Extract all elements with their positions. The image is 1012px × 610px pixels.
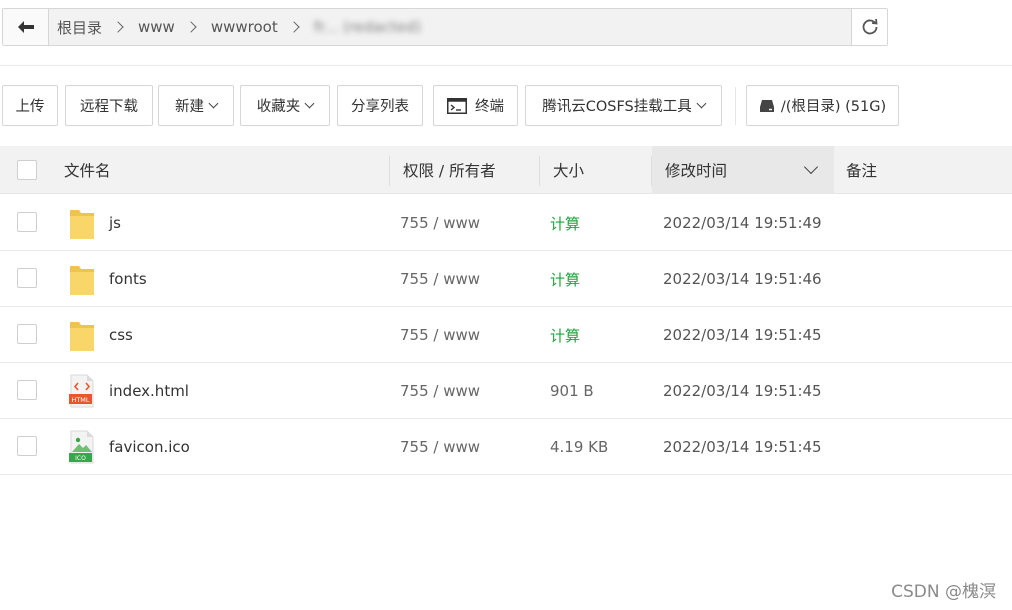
hard-drive-icon — [759, 99, 774, 112]
terminal-button[interactable]: 终端 — [433, 85, 518, 126]
toolbar-separator — [735, 87, 736, 125]
new-label: 新建 — [175, 99, 204, 115]
chevron-right-icon — [112, 21, 124, 33]
header-mtime-label: 修改时间 — [665, 162, 728, 180]
file-perm[interactable]: 755 / www — [400, 195, 480, 251]
remote-download-label: 远程下载 — [80, 99, 138, 115]
share-list-label: 分享列表 — [351, 99, 409, 115]
file-size-calc[interactable]: 计算 — [550, 195, 580, 251]
file-mtime: 2022/03/14 19:51:45 — [663, 382, 822, 400]
chevron-right-icon — [288, 21, 300, 33]
header-name[interactable]: 文件名 — [64, 146, 111, 194]
back-button[interactable] — [3, 9, 49, 45]
path-bar: 根目录 www wwwroot fr... (redacted) — [2, 8, 888, 46]
table-row[interactable]: js 755 / www 计算 2022/03/14 19:51:49 — [0, 195, 1012, 251]
table-row[interactable]: HTML index.html 755 / www 901 B 2022/03/… — [0, 363, 1012, 419]
column-separator — [389, 156, 390, 186]
chevron-down-icon — [696, 98, 707, 109]
file-size: 901 B — [550, 382, 594, 400]
breadcrumb: 根目录 www wwwroot fr... (redacted) — [49, 9, 851, 45]
upload-label: 上传 — [15, 99, 45, 115]
terminal-label: 终端 — [475, 99, 504, 115]
file-perm[interactable]: 755 / www — [400, 419, 480, 475]
row-checkbox[interactable] — [17, 324, 37, 344]
chevron-down-icon — [803, 159, 819, 175]
table-row[interactable]: css 755 / www 计算 2022/03/14 19:51:45 — [0, 307, 1012, 363]
file-mtime: 2022/03/14 19:51:45 — [663, 438, 822, 456]
arrow-left-icon — [17, 21, 34, 33]
ico-badge-label: ICO — [75, 455, 86, 462]
folder-icon — [68, 261, 96, 297]
breadcrumb-www[interactable]: www — [138, 18, 175, 36]
remote-download-button[interactable]: 远程下载 — [65, 85, 153, 126]
refresh-icon — [862, 18, 878, 35]
select-all-checkbox[interactable] — [17, 160, 37, 180]
file-size-calc[interactable]: 计算 — [550, 251, 580, 307]
divider — [0, 65, 1012, 66]
terminal-icon — [447, 97, 467, 114]
row-checkbox[interactable] — [17, 436, 37, 456]
header-mtime[interactable]: 修改时间 — [652, 146, 834, 194]
html-file-icon: HTML — [68, 373, 96, 409]
file-name[interactable]: index.html — [109, 363, 189, 419]
file-name[interactable]: css — [109, 307, 133, 363]
file-mtime: 2022/03/14 19:51:45 — [663, 326, 822, 344]
table-header: 文件名 权限 / 所有者 大小 修改时间 备注 — [0, 146, 1012, 194]
image-file-icon: ICO — [68, 429, 96, 465]
table-row[interactable]: fonts 755 / www 计算 2022/03/14 19:51:46 — [0, 251, 1012, 307]
table-row[interactable]: ICO favicon.ico 755 / www 4.19 KB 2022/0… — [0, 419, 1012, 475]
breadcrumb-current[interactable]: fr... (redacted) — [314, 18, 422, 36]
file-size: 4.19 KB — [550, 438, 609, 456]
breadcrumb-root[interactable]: 根目录 — [57, 17, 102, 38]
file-mtime: 2022/03/14 19:51:46 — [663, 270, 822, 288]
header-note[interactable]: 备注 — [846, 146, 877, 194]
file-perm[interactable]: 755 / www — [400, 251, 480, 307]
row-checkbox[interactable] — [17, 212, 37, 232]
file-perm[interactable]: 755 / www — [400, 363, 480, 419]
column-separator — [539, 156, 540, 186]
header-perm[interactable]: 权限 / 所有者 — [403, 146, 496, 194]
folder-icon — [68, 317, 96, 353]
upload-button[interactable]: 上传 — [2, 85, 58, 126]
file-name[interactable]: fonts — [109, 251, 147, 307]
breadcrumb-wwwroot[interactable]: wwwroot — [211, 18, 278, 36]
row-checkbox[interactable] — [17, 380, 37, 400]
cosfs-dropdown-button[interactable]: 腾讯云COSFS挂载工具 — [525, 85, 722, 126]
html-badge-label: HTML — [71, 396, 89, 404]
refresh-button[interactable] — [851, 9, 887, 45]
watermark: CSDN @槐溟 — [891, 582, 996, 602]
folder-icon — [68, 205, 96, 241]
favorites-dropdown-button[interactable]: 收藏夹 — [240, 85, 330, 126]
file-name[interactable]: favicon.ico — [109, 419, 190, 475]
header-size[interactable]: 大小 — [553, 146, 584, 194]
file-perm[interactable]: 755 / www — [400, 307, 480, 363]
file-mtime: 2022/03/14 19:51:49 — [663, 214, 822, 232]
cosfs-label: 腾讯云COSFS挂载工具 — [542, 99, 692, 115]
file-name[interactable]: js — [109, 195, 121, 251]
row-checkbox[interactable] — [17, 268, 37, 288]
disk-label: /(根目录) (51G) — [780, 99, 887, 115]
disk-button[interactable]: /(根目录) (51G) — [746, 85, 899, 126]
favorites-label: 收藏夹 — [256, 99, 301, 115]
chevron-right-icon — [185, 21, 197, 33]
file-size-calc[interactable]: 计算 — [550, 307, 580, 363]
new-dropdown-button[interactable]: 新建 — [158, 85, 234, 126]
chevron-down-icon — [304, 98, 315, 109]
share-list-button[interactable]: 分享列表 — [337, 85, 423, 126]
chevron-down-icon — [208, 98, 219, 109]
